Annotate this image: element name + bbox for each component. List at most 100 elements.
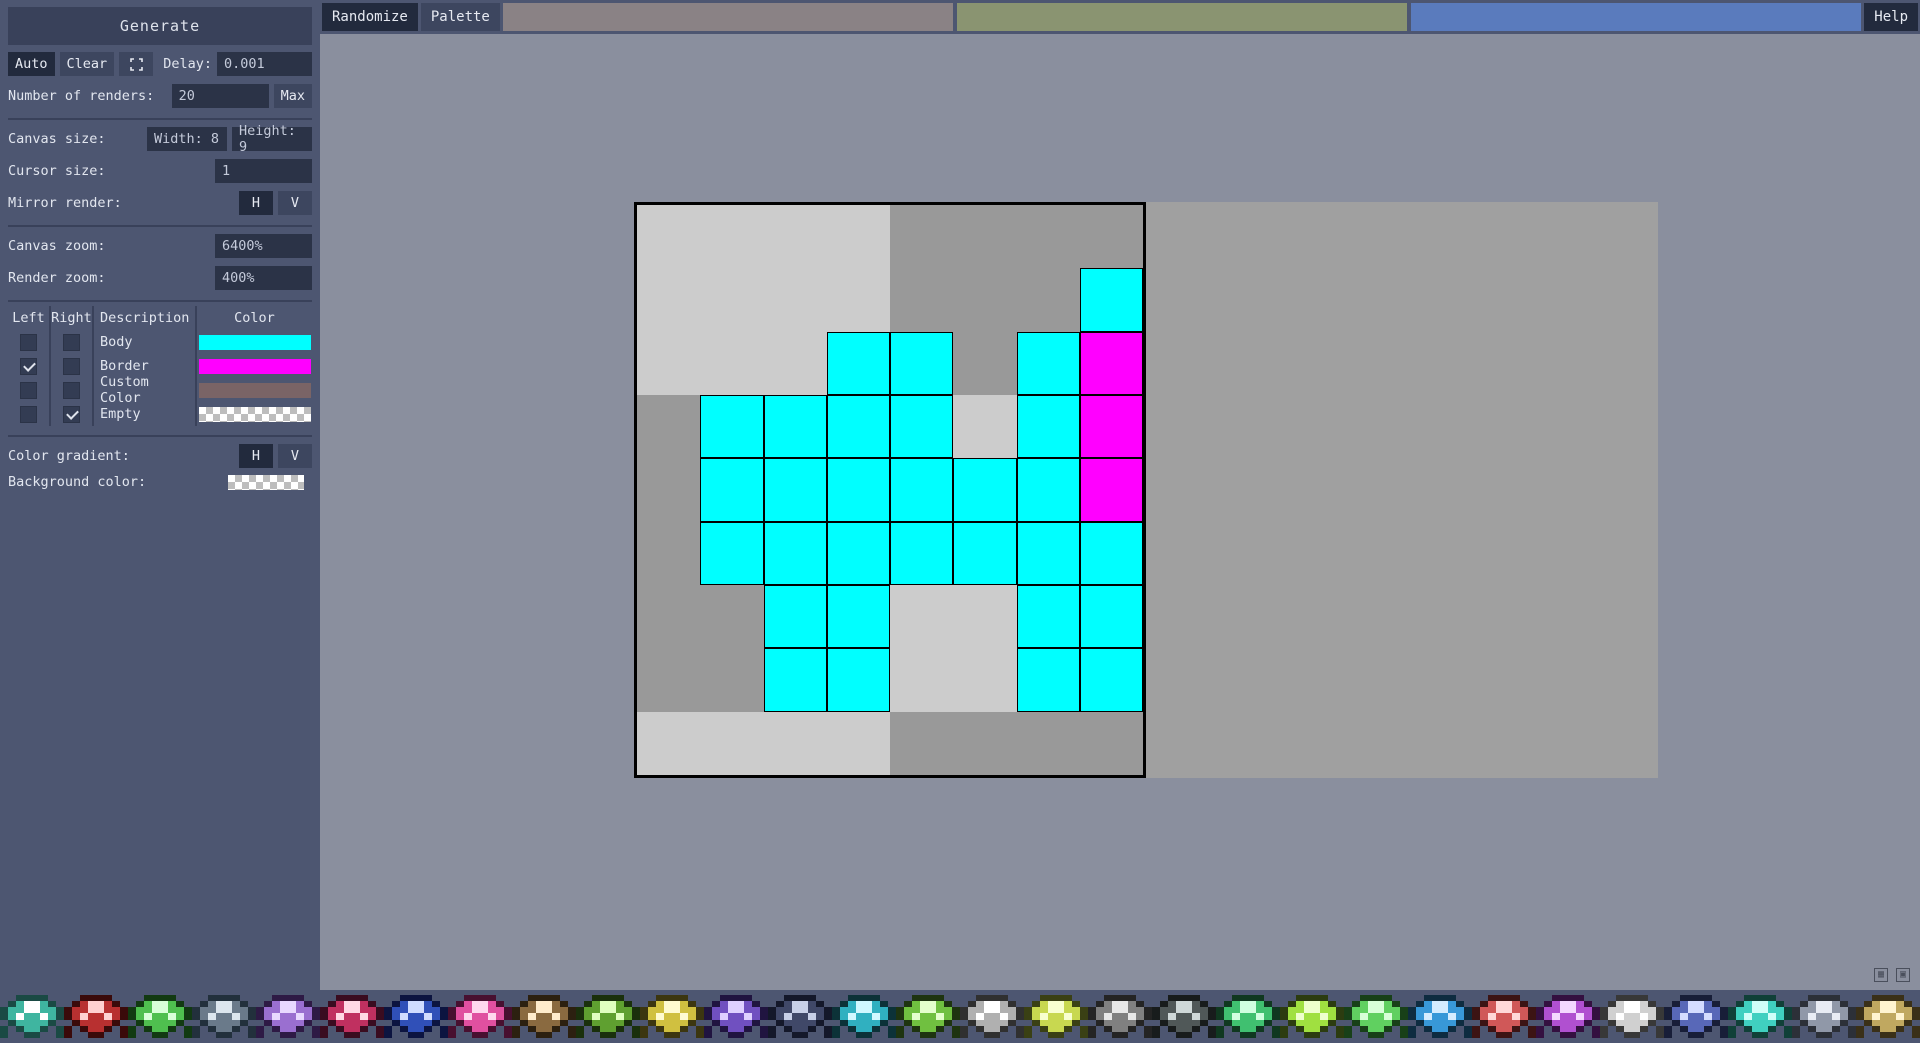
canvas-pixel[interactable]: [827, 395, 890, 458]
layout-toggle-icon[interactable]: ▣: [1896, 968, 1910, 982]
color-swatch[interactable]: [199, 407, 311, 422]
sprite-thumbnail[interactable]: [576, 995, 640, 1039]
mirror-vertical-button[interactable]: V: [278, 191, 312, 215]
pixel-canvas[interactable]: [634, 202, 1146, 778]
color-swatch[interactable]: [199, 335, 311, 350]
canvas-pixel[interactable]: [700, 205, 763, 268]
sprite-thumbnail[interactable]: [1792, 995, 1856, 1039]
canvas-pixel[interactable]: [764, 648, 827, 711]
canvas-zoom-input[interactable]: 6400%: [215, 234, 312, 258]
sprite-thumbnail-strip[interactable]: [0, 990, 1920, 1043]
canvas-pixel[interactable]: [637, 268, 700, 331]
canvas-pixel[interactable]: [1080, 585, 1143, 648]
canvas-pixel[interactable]: [953, 268, 1016, 331]
canvas-pixel[interactable]: [1017, 332, 1080, 395]
canvas-pixel[interactable]: [700, 648, 763, 711]
canvas-pixel[interactable]: [700, 585, 763, 648]
sprite-thumbnail[interactable]: [1024, 995, 1088, 1039]
canvas-pixel[interactable]: [827, 205, 890, 268]
renders-input[interactable]: 20: [172, 84, 269, 108]
mirror-horizontal-button[interactable]: H: [239, 191, 273, 215]
canvas-pixel[interactable]: [764, 268, 827, 331]
sprite-thumbnail[interactable]: [64, 995, 128, 1039]
left-checkbox[interactable]: [20, 358, 37, 375]
sprite-thumbnail[interactable]: [768, 995, 832, 1039]
sprite-thumbnail[interactable]: [192, 995, 256, 1039]
canvas-pixel[interactable]: [1017, 205, 1080, 268]
gradient-horizontal-button[interactable]: H: [239, 444, 273, 468]
left-checkbox[interactable]: [20, 382, 37, 399]
canvas-pixel[interactable]: [637, 712, 700, 775]
canvas-pixel[interactable]: [764, 395, 827, 458]
canvas-pixel[interactable]: [637, 585, 700, 648]
canvas-pixel[interactable]: [637, 205, 700, 268]
canvas-pixel[interactable]: [827, 585, 890, 648]
canvas-pixel[interactable]: [1080, 205, 1143, 268]
palette-bar-3[interactable]: [1411, 3, 1861, 31]
workspace[interactable]: ▦ ▣: [320, 34, 1920, 990]
canvas-pixel[interactable]: [1017, 395, 1080, 458]
canvas-pixel[interactable]: [764, 712, 827, 775]
canvas-pixel[interactable]: [953, 712, 1016, 775]
sprite-thumbnail[interactable]: [1216, 995, 1280, 1039]
sprite-thumbnail[interactable]: [1088, 995, 1152, 1039]
canvas-pixel[interactable]: [1017, 712, 1080, 775]
canvas-pixel[interactable]: [764, 205, 827, 268]
sprite-thumbnail[interactable]: [256, 995, 320, 1039]
canvas-pixel[interactable]: [953, 458, 1016, 521]
max-renders-button[interactable]: Max: [274, 84, 312, 108]
grid-toggle-icon[interactable]: ▦: [1874, 968, 1888, 982]
canvas-pixel[interactable]: [890, 332, 953, 395]
canvas-pixel[interactable]: [890, 712, 953, 775]
sprite-thumbnail[interactable]: [1344, 995, 1408, 1039]
canvas-pixel[interactable]: [764, 522, 827, 585]
canvas-pixel[interactable]: [700, 268, 763, 331]
canvas-pixel[interactable]: [827, 522, 890, 585]
canvas-pixel[interactable]: [827, 332, 890, 395]
canvas-pixel[interactable]: [637, 458, 700, 521]
sprite-thumbnail[interactable]: [1600, 995, 1664, 1039]
canvas-pixel[interactable]: [1080, 332, 1143, 395]
delay-input[interactable]: 0.001: [217, 52, 312, 76]
sprite-thumbnail[interactable]: [896, 995, 960, 1039]
sprite-thumbnail[interactable]: [1536, 995, 1600, 1039]
color-swatch[interactable]: [199, 383, 311, 398]
auto-button[interactable]: Auto: [8, 52, 55, 76]
canvas-pixel[interactable]: [890, 585, 953, 648]
canvas-pixel[interactable]: [890, 268, 953, 331]
canvas-pixel[interactable]: [827, 268, 890, 331]
canvas-pixel[interactable]: [953, 332, 1016, 395]
sprite-thumbnail[interactable]: [704, 995, 768, 1039]
gradient-vertical-button[interactable]: V: [278, 444, 312, 468]
right-checkbox[interactable]: [63, 358, 80, 375]
canvas-pixel[interactable]: [827, 458, 890, 521]
canvas-pixel[interactable]: [1017, 268, 1080, 331]
canvas-pixel[interactable]: [953, 395, 1016, 458]
canvas-pixel[interactable]: [890, 648, 953, 711]
color-swatch[interactable]: [199, 359, 311, 374]
canvas-pixel[interactable]: [700, 522, 763, 585]
cursor-size-input[interactable]: 1: [215, 159, 312, 183]
canvas-height-input[interactable]: Height: 9: [232, 127, 312, 151]
palette-bar-2[interactable]: [957, 3, 1407, 31]
canvas-pixel[interactable]: [700, 332, 763, 395]
background-color-swatch[interactable]: [228, 475, 304, 490]
canvas-pixel[interactable]: [890, 205, 953, 268]
canvas-pixel[interactable]: [700, 395, 763, 458]
canvas-pixel[interactable]: [890, 458, 953, 521]
canvas-pixel[interactable]: [827, 712, 890, 775]
sprite-thumbnail[interactable]: [1856, 995, 1920, 1039]
generate-button[interactable]: Generate: [8, 7, 312, 45]
sprite-thumbnail[interactable]: [1664, 995, 1728, 1039]
canvas-pixel[interactable]: [1017, 585, 1080, 648]
canvas-width-input[interactable]: Width: 8: [147, 127, 227, 151]
right-checkbox[interactable]: [63, 382, 80, 399]
canvas-pixel[interactable]: [953, 205, 1016, 268]
sprite-thumbnail[interactable]: [0, 995, 64, 1039]
left-checkbox[interactable]: [20, 406, 37, 423]
canvas-pixel[interactable]: [1017, 648, 1080, 711]
canvas-pixel[interactable]: [1080, 648, 1143, 711]
canvas-pixel[interactable]: [637, 332, 700, 395]
sprite-thumbnail[interactable]: [128, 995, 192, 1039]
sprite-thumbnail[interactable]: [960, 995, 1024, 1039]
